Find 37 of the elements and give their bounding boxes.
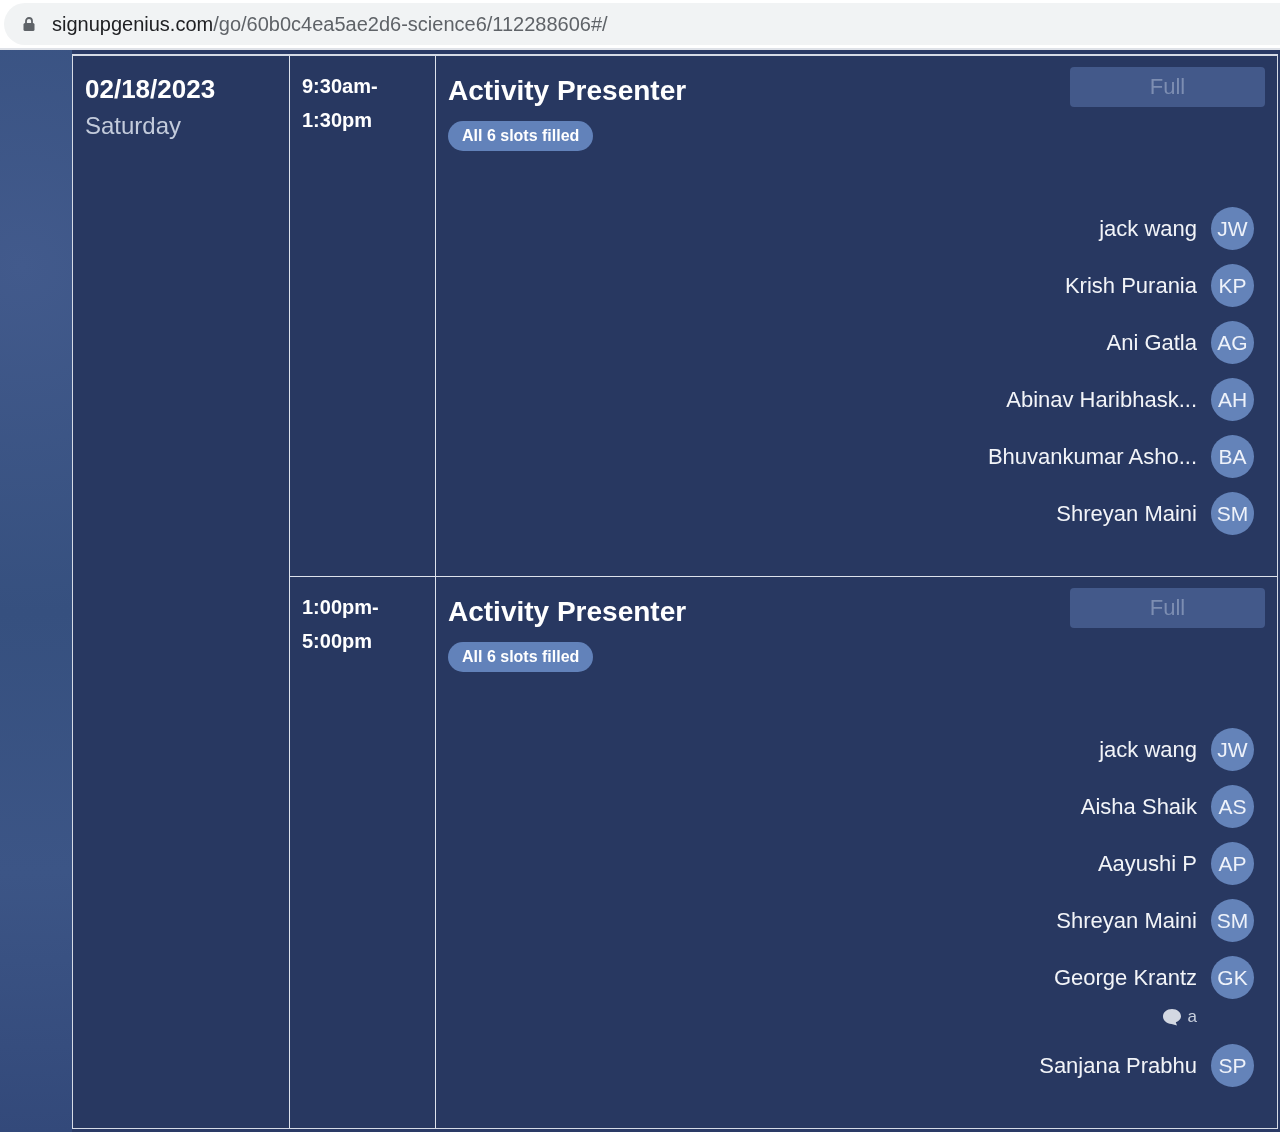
activity-title: Activity Presenter — [448, 74, 687, 108]
initials-avatar: AP — [1211, 842, 1254, 885]
slots-filled-badge: All 6 slots filled — [448, 642, 594, 672]
initials-avatar: AH — [1211, 378, 1254, 421]
time-range: 9:30am-1:30pm — [302, 74, 379, 133]
slots-filled-badge: All 6 slots filled — [448, 121, 594, 151]
date-text: 02/18/2023 — [85, 73, 217, 106]
volunteer-name: jack wang — [1099, 736, 1197, 763]
weekday-text: Saturday — [85, 111, 183, 141]
initials-avatar: BA — [1211, 435, 1254, 478]
initials-avatar: SM — [1211, 492, 1254, 535]
initials-avatar: SP — [1211, 1044, 1254, 1087]
volunteer-name: Aisha Shaik — [1080, 793, 1197, 820]
volunteer-name: Shreyan Maini — [1056, 500, 1197, 527]
time-range: 1:00pm-5:00pm — [302, 595, 380, 654]
volunteer-name: Shreyan Maini — [1056, 907, 1197, 934]
url-text: signupgenius.com/go/60b0c4ea5ae2d6-science6/112288606#/ — [52, 12, 608, 36]
volunteer-name: Ani Gatla — [1106, 329, 1197, 356]
initials-avatar: AG — [1211, 321, 1254, 364]
lock-icon — [23, 17, 35, 31]
volunteer-name: George Krantz — [1053, 964, 1197, 991]
initials-avatar: KP — [1211, 264, 1254, 307]
comment-text: a — [1187, 1007, 1197, 1026]
volunteer-name: Aayushi P — [1097, 850, 1197, 877]
initials-avatar: SM — [1211, 899, 1254, 942]
initials-avatar: AS — [1211, 785, 1254, 828]
address-bar[interactable]: signupgenius.com/go/60b0c4ea5ae2d6-science6/112288606#/ — [4, 3, 1280, 45]
volunteer-name: Bhuvankumar Asho... — [987, 443, 1197, 470]
volunteer-name: Krish Purania — [1064, 272, 1197, 299]
comment-bubble-icon — [1161, 1007, 1182, 1026]
volunteer-name: jack wang — [1099, 215, 1197, 242]
volunteer-name: Sanjana Prabhu — [1039, 1052, 1197, 1079]
activity-title: Activity Presenter — [448, 595, 687, 629]
initials-avatar: JW — [1211, 728, 1254, 771]
initials-avatar: GK — [1211, 956, 1254, 999]
initials-avatar: JW — [1211, 207, 1254, 250]
volunteer-name: Abinav Haribhask... — [1006, 386, 1197, 413]
